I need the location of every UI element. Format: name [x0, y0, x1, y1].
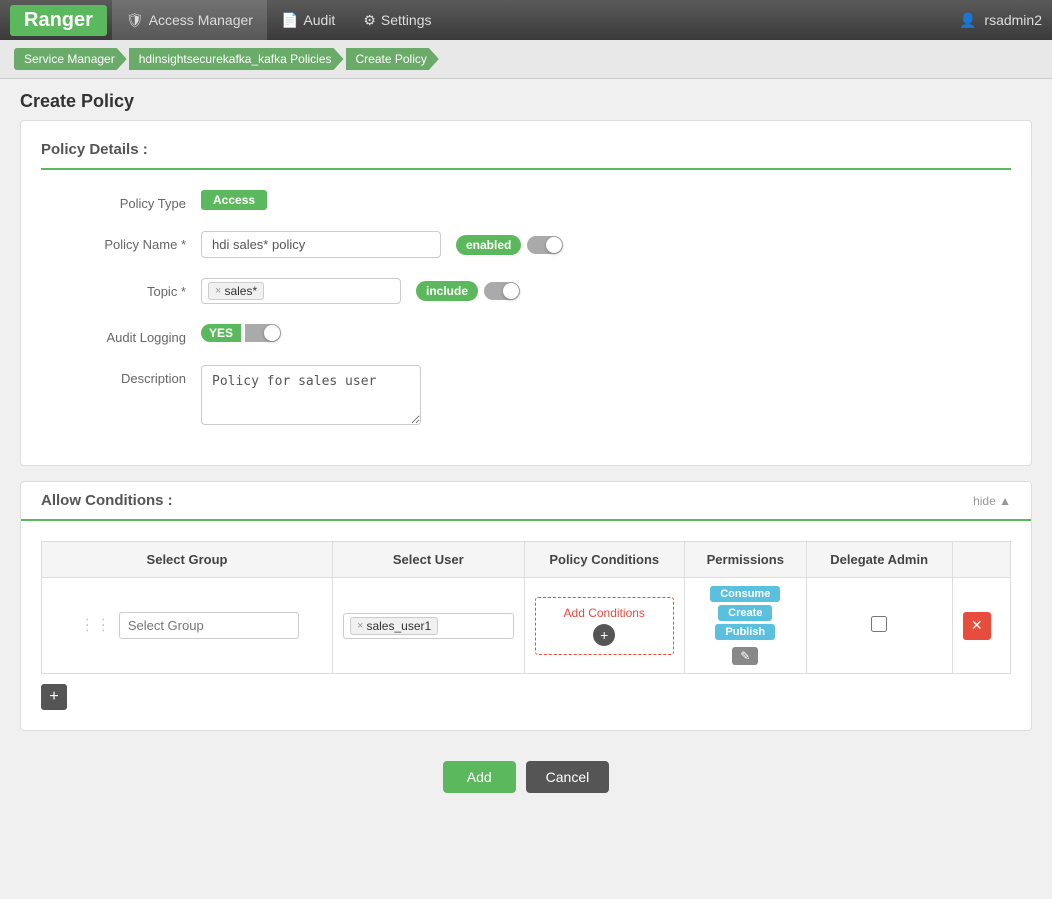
- include-toggle[interactable]: [484, 282, 520, 300]
- permissions-wrap: Consume Create Publish ✎: [695, 586, 796, 665]
- permissions-cell: Consume Create Publish ✎: [684, 578, 806, 674]
- policy-name-controls: enabled: [201, 231, 1011, 258]
- policy-name-input[interactable]: [201, 231, 441, 258]
- topic-controls: × sales* include: [201, 278, 1011, 304]
- cancel-button[interactable]: Cancel: [526, 761, 610, 793]
- breadcrumb: Service Manager hdinsightsecurekafka_kaf…: [0, 40, 1052, 79]
- perm-create: Create: [718, 605, 772, 621]
- table-row: ⋮⋮ × sales_user1: [42, 578, 1011, 674]
- user-tag: × sales_user1: [350, 617, 438, 635]
- description-textarea[interactable]: Policy for sales user: [201, 365, 421, 425]
- nav-settings[interactable]: ⚙ Settings: [349, 0, 445, 40]
- topic-row: Topic * × sales* include: [41, 278, 1011, 304]
- col-header-delegate-admin: Delegate Admin: [806, 542, 952, 578]
- breadcrumb-service-manager[interactable]: Service Manager: [14, 48, 127, 70]
- policy-enabled-toggle-wrap: enabled: [456, 235, 563, 255]
- allow-conditions-header: Allow Conditions : hide ▲: [21, 482, 1031, 521]
- policy-type-label: Policy Type: [41, 190, 201, 211]
- conditions-table: Select Group Select User Policy Conditio…: [41, 541, 1011, 674]
- delegate-admin-cell: [806, 578, 952, 674]
- conditions-area: Select Group Select User Policy Conditio…: [21, 521, 1031, 730]
- yes-label: YES: [201, 324, 241, 342]
- policy-name-row: Policy Name * enabled: [41, 231, 1011, 258]
- description-controls: Policy for sales user: [201, 365, 1011, 425]
- audit-logging-label: Audit Logging: [41, 324, 201, 345]
- policy-details-section-title: Policy Details :: [41, 141, 1011, 170]
- add-conditions-button[interactable]: Add Conditions +: [535, 597, 674, 655]
- topic-tag-input[interactable]: × sales*: [201, 278, 401, 304]
- policy-name-label: Policy Name *: [41, 231, 201, 252]
- include-toggle-knob: [503, 283, 519, 299]
- drag-handle[interactable]: ⋮⋮: [75, 613, 115, 638]
- breadcrumb-create-policy[interactable]: Create Policy: [346, 48, 439, 70]
- col-header-policy-conditions: Policy Conditions: [524, 542, 684, 578]
- delete-cell: ✕: [952, 578, 1010, 674]
- audit-yes-toggle[interactable]: YES: [201, 324, 281, 342]
- user-icon: 👤: [959, 12, 976, 29]
- perm-consume: Consume: [710, 586, 780, 602]
- page-title: Create Policy: [0, 79, 1052, 120]
- user-info: 👤 rsadmin2: [959, 12, 1042, 29]
- group-cell: ⋮⋮: [42, 578, 333, 674]
- conditions-cell: Add Conditions +: [524, 578, 684, 674]
- permissions-edit-button[interactable]: ✎: [732, 647, 758, 665]
- breadcrumb-kafka-policies[interactable]: hdinsightsecurekafka_kafka Policies: [129, 48, 344, 70]
- add-conditions-plus-icon[interactable]: +: [593, 624, 615, 646]
- brand-logo[interactable]: Ranger: [10, 5, 107, 36]
- col-header-permissions: Permissions: [684, 542, 806, 578]
- col-header-select-group: Select Group: [42, 542, 333, 578]
- allow-conditions-title: Allow Conditions :: [41, 492, 173, 509]
- audit-logging-row: Audit Logging YES: [41, 324, 1011, 345]
- nav-audit[interactable]: 📄 Audit: [267, 0, 349, 40]
- include-toggle-wrap: include: [416, 281, 520, 301]
- col-header-actions: [952, 542, 1010, 578]
- user-cell: × sales_user1: [333, 578, 525, 674]
- top-navigation: Ranger 🛡 Access Manager 📄 Audit ⚙ Settin…: [0, 0, 1052, 40]
- audit-logging-controls: YES: [201, 324, 1011, 342]
- gear-icon: ⚙: [363, 12, 376, 29]
- policy-details-card: Policy Details : Policy Type Access Poli…: [20, 120, 1032, 466]
- user-tag-input[interactable]: × sales_user1: [343, 613, 514, 639]
- topic-label: Topic *: [41, 278, 201, 299]
- policy-type-row: Policy Type Access: [41, 190, 1011, 211]
- description-label: Description: [41, 365, 201, 386]
- doc-icon: 📄: [281, 12, 298, 29]
- add-row-button[interactable]: +: [41, 684, 67, 710]
- audit-toggle[interactable]: [245, 324, 281, 342]
- perm-publish: Publish: [715, 624, 775, 640]
- policy-enabled-label: enabled: [456, 235, 521, 255]
- policy-enabled-toggle[interactable]: [527, 236, 563, 254]
- main-content: Policy Details : Policy Type Access Poli…: [0, 120, 1052, 828]
- audit-toggle-knob: [264, 325, 280, 341]
- bottom-actions: Add Cancel: [20, 746, 1032, 808]
- col-header-select-user: Select User: [333, 542, 525, 578]
- policy-type-value: Access: [201, 190, 1011, 210]
- add-button[interactable]: Add: [443, 761, 516, 793]
- delete-row-button[interactable]: ✕: [963, 612, 991, 640]
- hide-link[interactable]: hide ▲: [973, 494, 1011, 508]
- topic-tag-remove[interactable]: ×: [215, 285, 221, 297]
- policy-type-badge: Access: [201, 190, 267, 210]
- user-tag-remove[interactable]: ×: [357, 620, 363, 632]
- delegate-admin-checkbox[interactable]: [871, 616, 887, 632]
- topic-tag: × sales*: [208, 282, 264, 300]
- include-label: include: [416, 281, 478, 301]
- select-group-input[interactable]: [119, 612, 299, 639]
- nav-access-manager[interactable]: 🛡 Access Manager: [112, 0, 267, 40]
- allow-conditions-section: Allow Conditions : hide ▲ Select Group S…: [20, 481, 1032, 731]
- description-row: Description Policy for sales user: [41, 365, 1011, 425]
- shield-icon: 🛡: [126, 12, 144, 29]
- toggle-knob: [546, 237, 562, 253]
